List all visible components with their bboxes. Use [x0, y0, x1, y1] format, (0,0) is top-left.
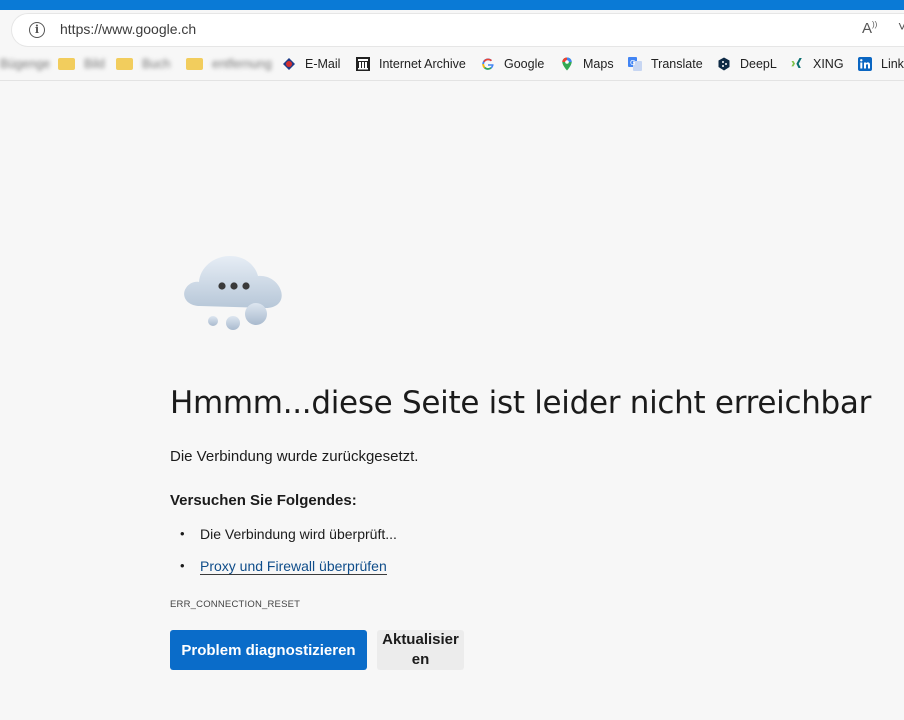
maps-icon: [562, 57, 572, 71]
archive-icon: [356, 57, 370, 71]
read-aloud-icon[interactable]: A)): [862, 20, 877, 37]
info-icon[interactable]: i: [29, 22, 45, 38]
folder-icon: [116, 58, 133, 70]
bookmark-linkedin[interactable]: Link: [858, 48, 904, 80]
email-icon: [283, 58, 295, 70]
translate-icon: G: [628, 57, 642, 71]
google-icon: [482, 58, 494, 70]
proxy-firewall-link[interactable]: Proxy und Firewall überprüfen: [200, 558, 387, 575]
folder-icon: [58, 58, 75, 70]
bookmark-translate[interactable]: G Translate: [628, 48, 703, 80]
bookmark-folder[interactable]: Bild: [58, 48, 105, 80]
bookmark-email[interactable]: E-Mail: [282, 48, 340, 80]
error-subtitle: Die Verbindung wurde zurückgesetzt.: [170, 448, 419, 465]
suggestions-heading: Versuchen Sie Folgendes:: [170, 492, 357, 509]
suggestion-item: Proxy und Firewall überprüfen: [170, 554, 397, 586]
bookmark-xing[interactable]: XING: [790, 48, 844, 80]
folder-icon: [186, 58, 203, 70]
cloud-icon: [184, 256, 282, 330]
address-bar: i https://www.google.ch A)) ˅: [0, 10, 904, 48]
url-box[interactable]: i https://www.google.ch A)) ˅: [12, 14, 904, 46]
bookmarks-bar: Bügenge Bild Buch entfernung E-Mail Inte…: [0, 48, 904, 81]
error-title: Hmmm...diese Seite ist leider nicht erre…: [170, 385, 872, 421]
bookmark-maps[interactable]: Maps: [560, 48, 614, 80]
linkedin-icon: [858, 57, 872, 71]
refresh-button[interactable]: Aktualisieren: [377, 630, 464, 670]
url-text[interactable]: https://www.google.ch: [60, 21, 196, 37]
diagnose-button[interactable]: Problem diagnostizieren: [170, 630, 367, 670]
suggestions-list: Die Verbindung wird überprüft... Proxy u…: [170, 522, 397, 586]
svg-text:G: G: [630, 59, 635, 67]
bookmark-internet-archive[interactable]: Internet Archive: [356, 48, 466, 80]
deepl-icon: [718, 57, 730, 71]
error-code: ERR_CONNECTION_RESET: [170, 599, 301, 610]
xing-icon: [791, 58, 802, 68]
favorites-icon[interactable]: ˅: [898, 18, 904, 34]
bookmark-folder[interactable]: Buch: [116, 48, 171, 80]
bookmark-folder[interactable]: entfernung: [186, 48, 272, 80]
window-top-edge: [0, 0, 904, 10]
bookmark-google[interactable]: Google: [481, 48, 544, 80]
bookmark-deepl[interactable]: DeepL: [717, 48, 777, 80]
bookmark-item[interactable]: Bügenge: [0, 48, 50, 80]
suggestion-item: Die Verbindung wird überprüft...: [170, 522, 397, 554]
